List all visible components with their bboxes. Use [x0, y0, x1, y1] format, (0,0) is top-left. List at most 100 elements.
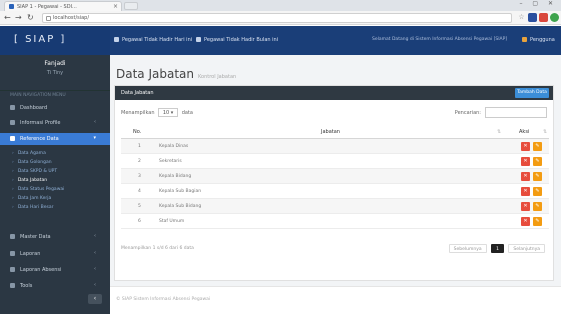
next-page-button[interactable]: Selanjutnya [508, 244, 545, 253]
col-aksi: Aksi [519, 129, 530, 135]
browser-toolbar: ← → ↻ localhost/siap/ ☆ [0, 11, 561, 25]
chevron-left-icon: ‹ [94, 250, 96, 256]
sidebar-item-label: Laporan [20, 251, 41, 257]
sidebar-item-profile[interactable]: Informasi Profile ‹ [0, 117, 110, 129]
sidebar-subitem-status[interactable]: Data Status Pegawai [0, 186, 110, 194]
sidebar-item-reference[interactable]: Reference Data ▾ [0, 133, 110, 145]
sidebar-item-tools[interactable]: Tools ‹ [0, 280, 110, 292]
sidebar-subitem-jam-kerja[interactable]: Data Jam Kerja [0, 195, 110, 203]
avatar [522, 37, 527, 42]
window-controls[interactable]: – ▢ ✕ [519, 0, 557, 7]
table-info: Menampilkan 1 s/d 6 dari 6 data [121, 246, 194, 251]
info-icon [10, 120, 15, 125]
sidebar-item-dashboard[interactable]: Dashboard [0, 102, 110, 114]
sidebar-item-laporan[interactable]: Laporan ‹ [0, 248, 110, 260]
users-icon [10, 234, 15, 239]
edit-button[interactable]: ✎ [533, 187, 542, 196]
absent-today-label: Pegawai Tidak Hadir Hari ini [122, 37, 193, 43]
page-icon [46, 16, 51, 21]
sidebar-collapse-button[interactable]: ‹ [88, 294, 102, 304]
sidebar-subitem-hari-besar[interactable]: Data Hari Besar [0, 204, 110, 212]
sort-icon[interactable]: ⇅ [543, 129, 547, 135]
sidebar-item-master[interactable]: Master Data ‹ [0, 231, 110, 243]
box-header: Data Jabatan Tambah Data [115, 86, 553, 100]
page-1-button[interactable]: 1 [491, 244, 504, 253]
delete-button[interactable]: ✕ [521, 142, 530, 151]
chevron-left-icon: ‹ [94, 119, 96, 125]
table-row: 3 Kepala Bidang ✕ ✎ [121, 169, 549, 184]
delete-button[interactable]: ✕ [521, 157, 530, 166]
search-control: Pencarian: [455, 107, 547, 118]
edit-button[interactable]: ✎ [533, 217, 542, 226]
search-label: Pencarian: [454, 110, 481, 116]
sidebar-subitem-golongan[interactable]: Data Golongan [0, 159, 110, 167]
sidebar-subitem-jabatan[interactable]: Data Jabatan [0, 177, 110, 185]
col-jabatan[interactable]: Jabatan [321, 129, 340, 135]
delete-button[interactable]: ✕ [521, 217, 530, 226]
edit-button[interactable]: ✎ [533, 202, 542, 211]
page-length-select[interactable]: 10 ▾ [158, 108, 179, 117]
search-input[interactable] [485, 107, 547, 118]
sidebar-item-label: Master Data [20, 234, 51, 240]
sidebar-item-label: Dashboard [20, 105, 48, 111]
footer: © SIAP Sistem Informasi Absensi Pegawai [110, 286, 561, 314]
extension-icon[interactable] [528, 13, 537, 22]
address-bar[interactable]: localhost/siap/ [42, 13, 512, 23]
show-prefix: Menampilkan [121, 110, 155, 116]
chevron-down-icon: ▾ [93, 135, 96, 141]
table-header: No. Jabatan ⇅ Aksi ⇅ [121, 126, 549, 139]
content-area: Data Jabatan Kontrol Jabatan Data Jabatan… [110, 55, 561, 314]
delete-button[interactable]: ✕ [521, 202, 530, 211]
user-icon [114, 37, 119, 42]
share-icon [10, 283, 15, 288]
browser-tab[interactable]: SIAP 1 - Pegawai - SDI... × [4, 1, 122, 11]
box-title: Data Jabatan [121, 90, 154, 96]
user-menu[interactable]: Pengguna [522, 37, 555, 43]
browser-tab-strip: SIAP 1 - Pegawai - SDI... × – ▢ ✕ [0, 0, 561, 11]
prev-page-button[interactable]: Sebelumnya [448, 244, 487, 253]
edit-button[interactable]: ✎ [533, 142, 542, 151]
cell-no: 2 [138, 159, 141, 164]
sidebar-item-label: Reference Data [20, 136, 59, 142]
table-row: 6 Staf Umum ✕ ✎ [121, 214, 549, 229]
cell-jabatan: Kepala Bidang [159, 174, 192, 179]
col-no[interactable]: No. [133, 129, 141, 135]
absent-month-link[interactable]: Pegawai Tidak Hadir Bulan ini [196, 37, 278, 43]
chevron-left-icon: ‹ [94, 282, 96, 288]
table-row: 5 Kepala Sub Bidang ✕ ✎ [121, 199, 549, 214]
absent-today-link[interactable]: Pegawai Tidak Hadir Hari ini [114, 37, 192, 43]
delete-button[interactable]: ✕ [521, 187, 530, 196]
user-name: Pengguna [530, 37, 555, 43]
user-panel: Fanjadi Ti Tiny [0, 55, 110, 91]
new-tab-button[interactable] [124, 2, 138, 10]
reload-icon[interactable]: ↻ [27, 13, 34, 22]
extension-icon[interactable] [550, 13, 559, 22]
page-length-control: Menampilkan 10 ▾ data [121, 108, 193, 117]
sidebar-subitem-agama[interactable]: Data Agama [0, 150, 110, 158]
edit-button[interactable]: ✎ [533, 172, 542, 181]
sidebar-item-laporan-absensi[interactable]: Laporan Absensi ‹ [0, 264, 110, 276]
cell-jabatan: Staf Umum [159, 219, 185, 224]
delete-button[interactable]: ✕ [521, 172, 530, 181]
sidebar-subitem-skpd[interactable]: Data SKPD & UPT [0, 168, 110, 176]
data-box: Data Jabatan Tambah Data Menampilkan 10 … [114, 85, 554, 281]
cell-jabatan: Kepala Sub Bagian [159, 189, 202, 194]
chevron-left-icon: ‹ [94, 233, 96, 239]
user-icon [196, 37, 201, 42]
star-icon[interactable]: ☆ [517, 13, 526, 22]
chart-icon [10, 267, 15, 272]
footer-text: © SIAP Sistem Informasi Absensi Pegawai [116, 297, 211, 302]
sidebar-item-label: Tools [20, 283, 33, 289]
sidebar-item-label: Laporan Absensi [20, 267, 62, 273]
add-data-button[interactable]: Tambah Data [515, 88, 549, 98]
extension-icon[interactable] [539, 13, 548, 22]
tab-title: SIAP 1 - Pegawai - SDI... [17, 4, 77, 10]
cell-no: 6 [138, 219, 141, 224]
close-tab-icon[interactable]: × [113, 3, 118, 10]
edit-button[interactable]: ✎ [533, 157, 542, 166]
forward-icon[interactable]: → [15, 13, 22, 22]
back-icon[interactable]: ← [4, 13, 11, 22]
sidebar: Fanjadi Ti Tiny MAIN NAVIGATION MENU Das… [0, 55, 110, 314]
sort-icon[interactable]: ⇅ [497, 129, 501, 135]
app-logo[interactable]: [ SIAP ] [0, 26, 110, 55]
